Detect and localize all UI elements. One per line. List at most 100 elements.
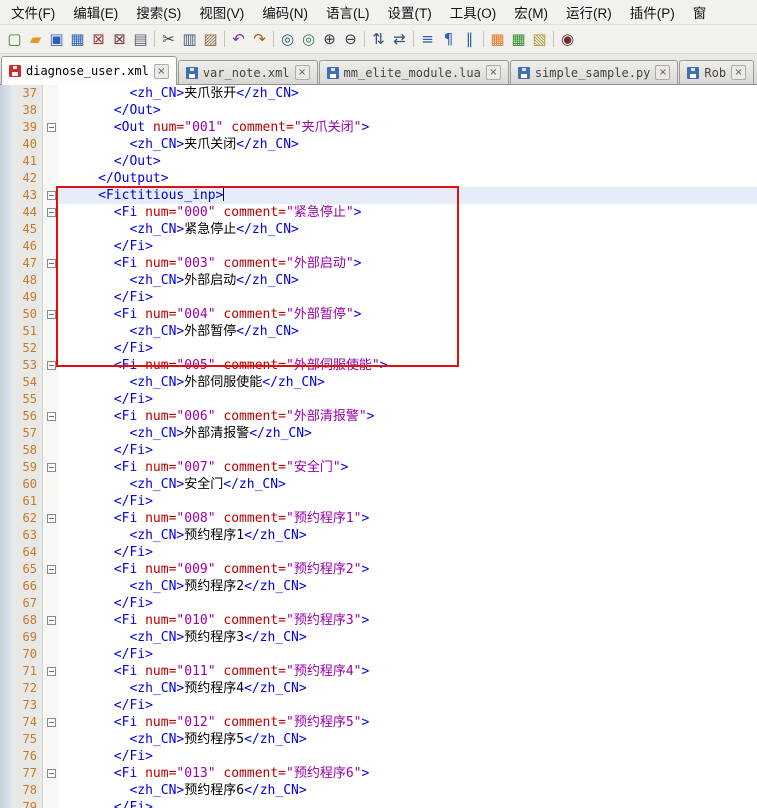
paste-icon[interactable]: ▨ (200, 29, 221, 50)
fold-collapse-icon[interactable] (47, 191, 56, 200)
code-text[interactable]: </Fi> (59, 646, 757, 663)
tab-close-icon[interactable]: × (154, 64, 169, 79)
save-all-icon[interactable]: ▦ (67, 29, 88, 50)
code-text[interactable]: <zh_CN>外部清报警</zh_CN> (59, 425, 757, 442)
code-text[interactable]: </Fi> (59, 748, 757, 765)
code-text[interactable]: </Fi> (59, 697, 757, 714)
menu-item-10[interactable]: 运行(R) (557, 0, 621, 25)
folder-workspace-icon[interactable]: ▧ (529, 29, 550, 50)
sync-horizontal-scroll-icon[interactable]: ⇄ (389, 29, 410, 50)
save-icon[interactable]: ▣ (46, 29, 67, 50)
tab-5[interactable]: Rob× (679, 60, 754, 84)
fold-collapse-icon[interactable] (47, 718, 56, 727)
code-text[interactable]: <Fi num="013" comment="预约程序6"> (59, 765, 757, 782)
code-text[interactable]: </Fi> (59, 340, 757, 357)
code-text[interactable]: <Fi num="004" comment="外部暂停"> (59, 306, 757, 323)
code-text[interactable]: <Fi num="009" comment="预约程序2"> (59, 561, 757, 578)
tab-close-icon[interactable]: × (731, 65, 746, 80)
code-text[interactable]: </Fi> (59, 799, 757, 808)
zoom-out-icon[interactable]: ⊖ (340, 29, 361, 50)
zoom-in-icon[interactable]: ⊕ (319, 29, 340, 50)
fold-collapse-icon[interactable] (47, 616, 56, 625)
code-text[interactable]: </Fi> (59, 238, 757, 255)
tab-3[interactable]: mm_elite_module.lua× (319, 60, 509, 84)
cut-icon[interactable]: ✂ (158, 29, 179, 50)
code-text[interactable]: <zh_CN>安全门</zh_CN> (59, 476, 757, 493)
menu-item-3[interactable]: 搜索(S) (127, 0, 190, 25)
menu-item-7[interactable]: 设置(T) (379, 0, 441, 25)
open-folder-icon[interactable]: ▰ (25, 29, 46, 50)
undo-icon[interactable]: ↶ (228, 29, 249, 50)
close-all-icon[interactable]: ⊠ (109, 29, 130, 50)
redo-icon[interactable]: ↷ (249, 29, 270, 50)
sync-vertical-scroll-icon[interactable]: ⇅ (368, 29, 389, 50)
code-text[interactable]: </Fi> (59, 493, 757, 510)
editor-area[interactable]: 37 <zh_CN>夹爪张开</zh_CN>38 </Out>39 <Out n… (0, 85, 757, 808)
code-text[interactable]: <Fi num="003" comment="外部启动"> (59, 255, 757, 272)
code-text[interactable]: <zh_CN>预约程序6</zh_CN> (59, 782, 757, 799)
menu-item-5[interactable]: 编码(N) (253, 0, 317, 25)
fold-collapse-icon[interactable] (47, 769, 56, 778)
code-text[interactable]: <zh_CN>夹爪张开</zh_CN> (59, 85, 757, 102)
menu-item-2[interactable]: 编辑(E) (64, 0, 127, 25)
menu-item-1[interactable]: 文件(F) (2, 0, 64, 25)
menu-item-11[interactable]: 插件(P) (621, 0, 684, 25)
menu-item-8[interactable]: 工具(O) (441, 0, 506, 25)
fold-collapse-icon[interactable] (47, 361, 56, 370)
code-text[interactable]: <zh_CN>预约程序5</zh_CN> (59, 731, 757, 748)
code-text[interactable]: <Fi num="000" comment="紧急停止"> (59, 204, 757, 221)
code-text[interactable]: <zh_CN>夹爪关闭</zh_CN> (59, 136, 757, 153)
code-text[interactable]: <Fi num="012" comment="预约程序5"> (59, 714, 757, 731)
fold-collapse-icon[interactable] (47, 412, 56, 421)
document-map-icon[interactable]: ▦ (487, 29, 508, 50)
fold-collapse-icon[interactable] (47, 123, 56, 132)
show-all-characters-icon[interactable]: ¶ (438, 29, 459, 50)
tab-close-icon[interactable]: × (486, 65, 501, 80)
fold-collapse-icon[interactable] (47, 463, 56, 472)
tab-1[interactable]: diagnose_user.xml× (1, 56, 177, 85)
code-text[interactable]: </Fi> (59, 442, 757, 459)
tab-close-icon[interactable]: × (655, 65, 670, 80)
fold-collapse-icon[interactable] (47, 310, 56, 319)
code-text[interactable]: </Fi> (59, 289, 757, 306)
code-text[interactable]: <Fi num="005" comment="外部伺服使能"> (59, 357, 757, 374)
code-text[interactable]: <Fi num="011" comment="预约程序4"> (59, 663, 757, 680)
menu-item-9[interactable]: 宏(M) (505, 0, 557, 25)
indent-guide-icon[interactable]: ∥ (459, 29, 480, 50)
code-text[interactable]: <Fi num="010" comment="预约程序3"> (59, 612, 757, 629)
find-icon[interactable]: ◎ (277, 29, 298, 50)
code-text[interactable]: <zh_CN>外部伺服使能</zh_CN> (59, 374, 757, 391)
code-text[interactable]: <Fictitious_inp> (59, 187, 757, 204)
copy-icon[interactable]: ▥ (179, 29, 200, 50)
function-list-icon[interactable]: ▦ (508, 29, 529, 50)
code-text[interactable]: <Fi num="006" comment="外部清报警"> (59, 408, 757, 425)
code-text[interactable]: <zh_CN>外部启动</zh_CN> (59, 272, 757, 289)
code-text[interactable]: <zh_CN>预约程序2</zh_CN> (59, 578, 757, 595)
fold-collapse-icon[interactable] (47, 208, 56, 217)
code-text[interactable]: <zh_CN>外部暂停</zh_CN> (59, 323, 757, 340)
code-text[interactable]: </Out> (59, 102, 757, 119)
code-text[interactable]: </Out> (59, 153, 757, 170)
fold-collapse-icon[interactable] (47, 514, 56, 523)
code-text[interactable]: <zh_CN>预约程序3</zh_CN> (59, 629, 757, 646)
replace-icon[interactable]: ◎ (298, 29, 319, 50)
fold-collapse-icon[interactable] (47, 259, 56, 268)
fold-collapse-icon[interactable] (47, 667, 56, 676)
code-text[interactable]: </Fi> (59, 544, 757, 561)
code-text[interactable]: <zh_CN>预约程序1</zh_CN> (59, 527, 757, 544)
tab-2[interactable]: var_note.xml× (178, 60, 318, 84)
code-text[interactable]: <Out num="001" comment="夹爪关闭"> (59, 119, 757, 136)
fold-collapse-icon[interactable] (47, 565, 56, 574)
tab-close-icon[interactable]: × (295, 65, 310, 80)
code-text[interactable]: <Fi num="007" comment="安全门"> (59, 459, 757, 476)
code-text[interactable]: </Fi> (59, 391, 757, 408)
tab-4[interactable]: simple_sample.py× (510, 60, 679, 84)
word-wrap-icon[interactable]: ≡ (417, 29, 438, 50)
close-icon[interactable]: ⊠ (88, 29, 109, 50)
code-text[interactable]: <Fi num="008" comment="预约程序1"> (59, 510, 757, 527)
menu-item-12[interactable]: 窗 (684, 0, 716, 25)
code-text[interactable]: <zh_CN>紧急停止</zh_CN> (59, 221, 757, 238)
new-file-icon[interactable]: ▢ (4, 29, 25, 50)
print-icon[interactable]: ▤ (130, 29, 151, 50)
menu-item-4[interactable]: 视图(V) (190, 0, 253, 25)
